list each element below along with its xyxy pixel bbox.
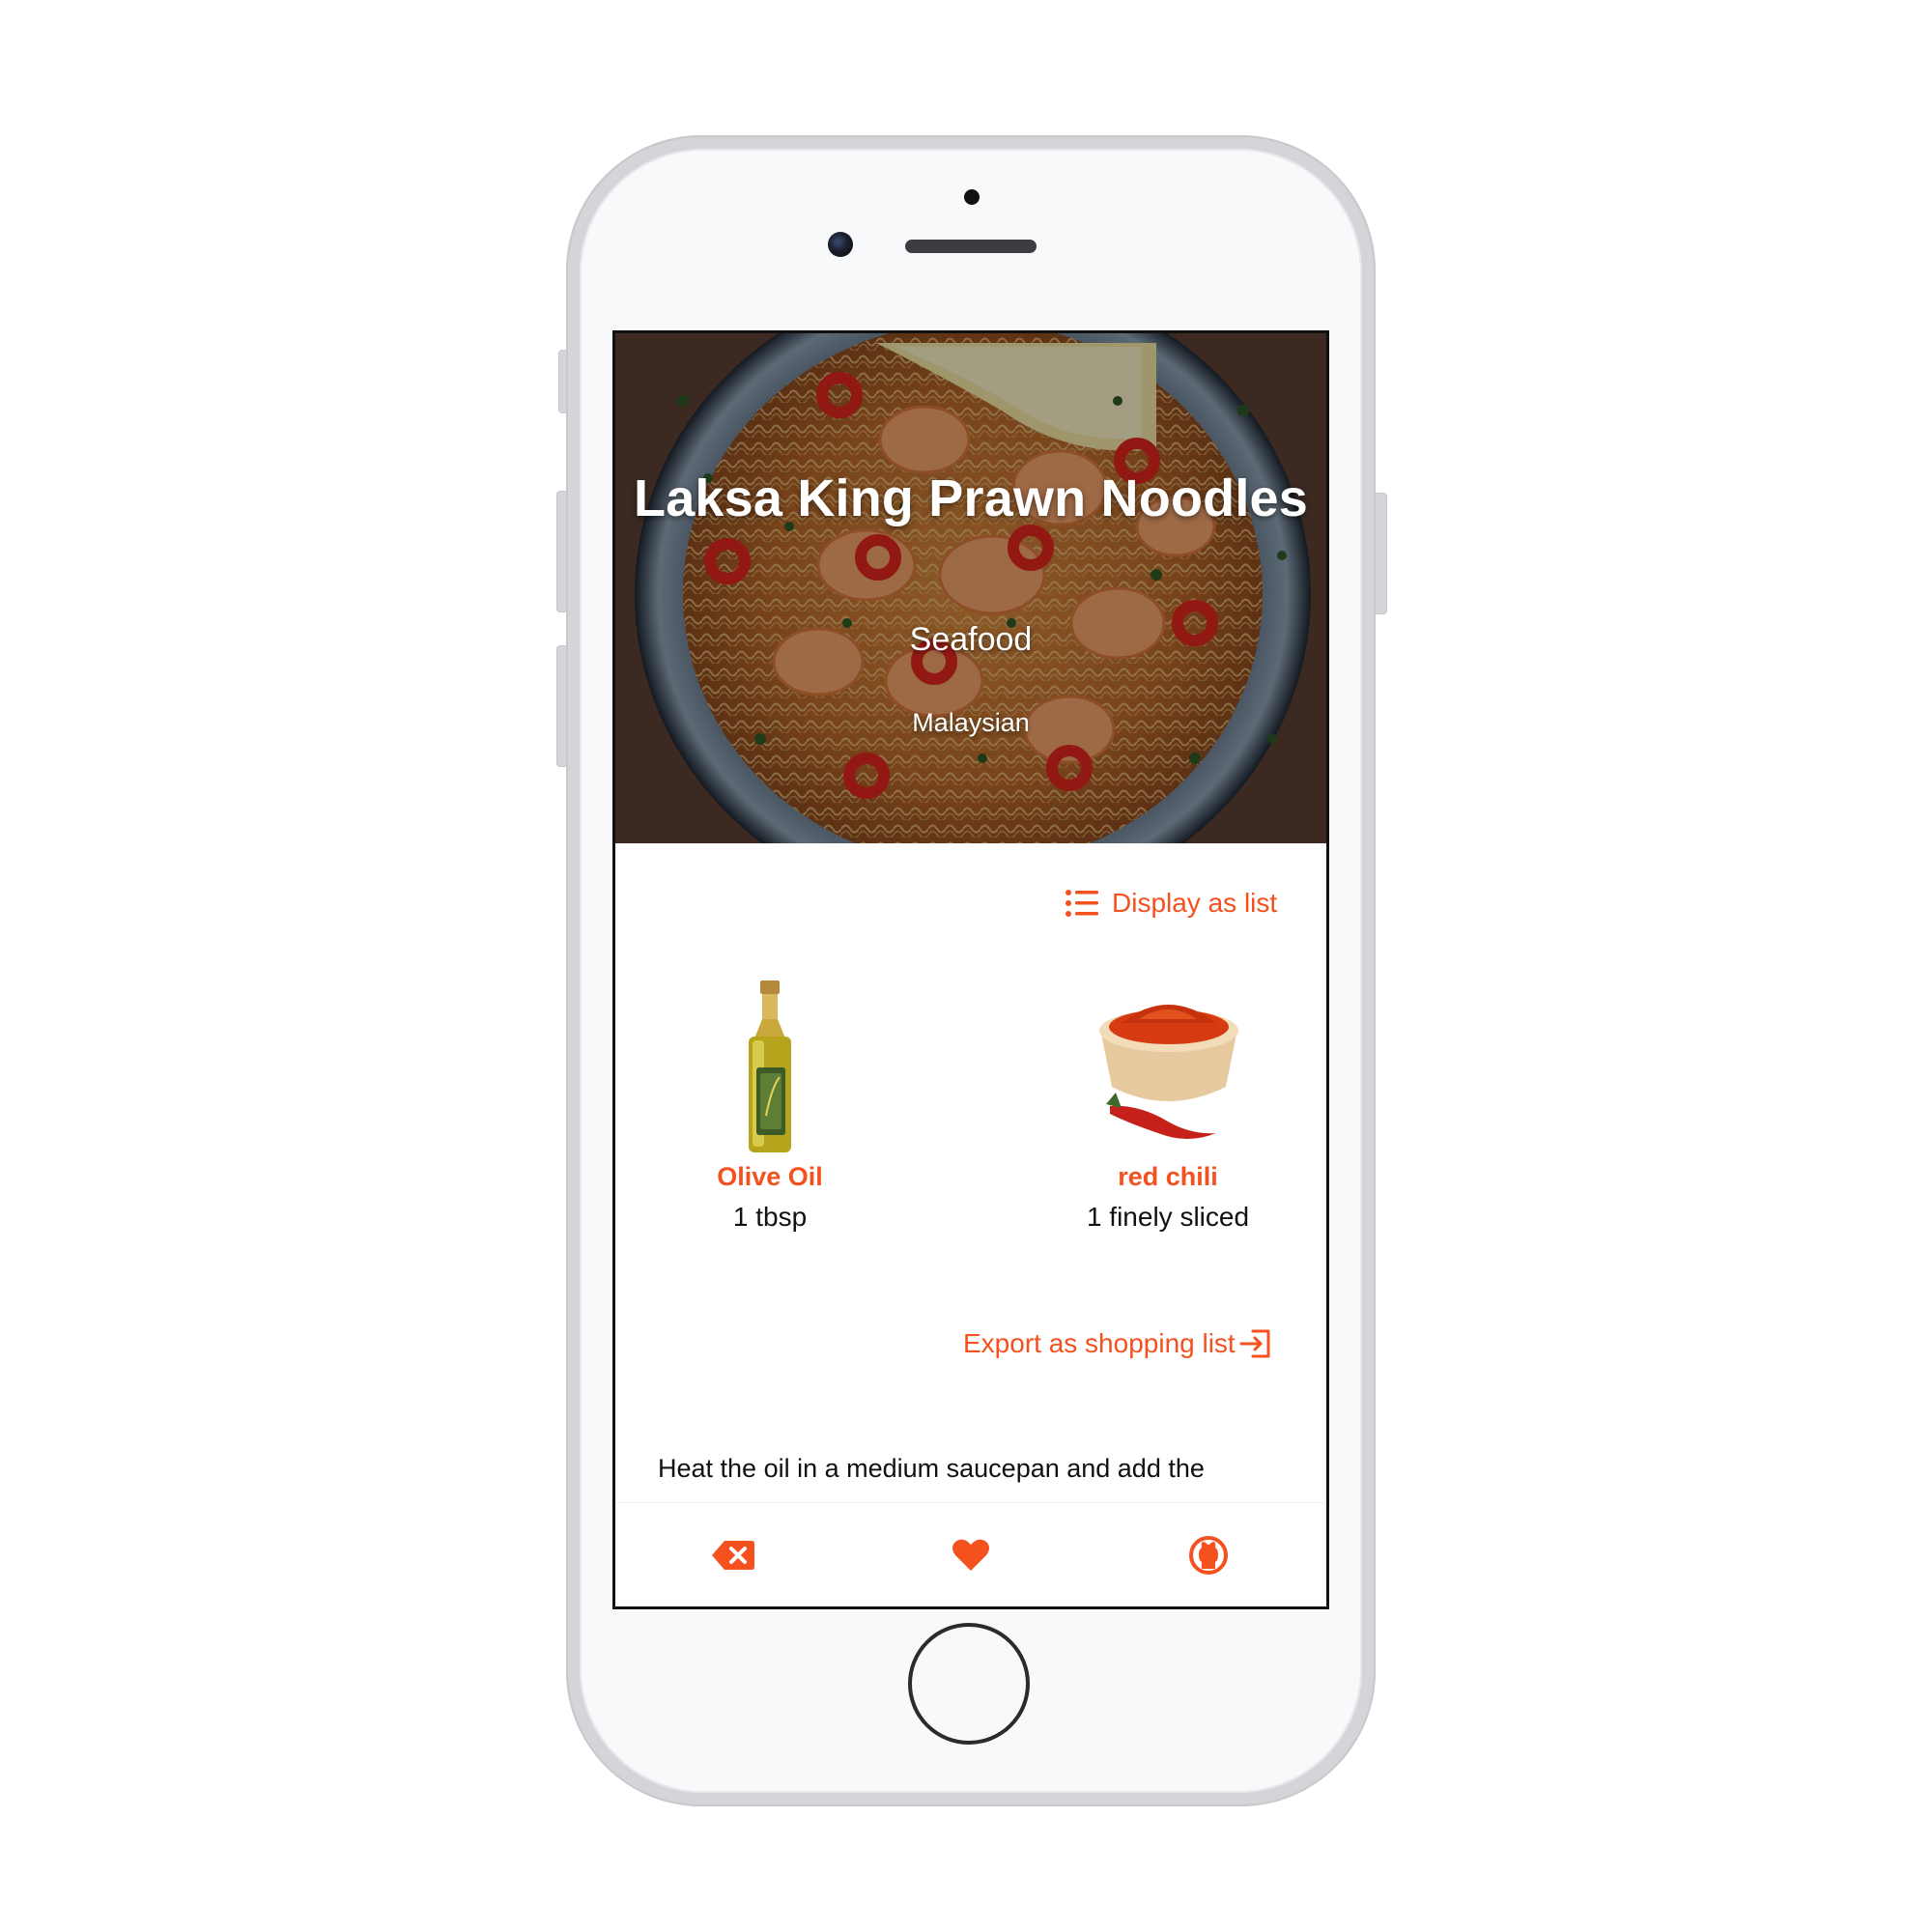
- recipe-title: Laksa King Prawn Noodles: [634, 469, 1308, 527]
- heart-icon: [952, 1539, 989, 1571]
- home-button[interactable]: [908, 1623, 1030, 1745]
- ingredient-card[interactable]: red chili 1 finely sliced: [1033, 980, 1303, 1233]
- chili-powder-bowl-image: [1099, 1005, 1238, 1139]
- ingredient-name: Olive Oil: [717, 1162, 823, 1191]
- bottom-navigation: [615, 1502, 1326, 1606]
- ingredient-image: [673, 980, 867, 1154]
- nav-back-button[interactable]: [710, 1532, 756, 1578]
- front-camera: [828, 232, 853, 257]
- backspace-close-icon: [712, 1541, 754, 1570]
- export-icon: [1239, 1329, 1270, 1358]
- github-icon: [1189, 1536, 1228, 1575]
- nav-favorite-button[interactable]: [948, 1532, 994, 1578]
- recipe-instructions: Heat the oil in a medium saucepan and ad…: [658, 1454, 1205, 1483]
- earpiece-speaker: [905, 240, 1037, 253]
- export-shopping-list-button[interactable]: Export as shopping list: [963, 1322, 1272, 1365]
- ingredient-measure: 1 finely sliced: [1086, 1202, 1250, 1232]
- ingredient-image: [1071, 980, 1264, 1154]
- display-as-list-button[interactable]: Display as list: [1065, 884, 1277, 923]
- olive-oil-bottle-image: [749, 980, 791, 1152]
- ingredient-card[interactable]: Olive Oil 1 tbsp: [635, 980, 905, 1233]
- recipe-category[interactable]: Seafood: [615, 621, 1326, 659]
- app-screen: Laksa King Prawn Noodles Seafood Malaysi…: [612, 330, 1329, 1609]
- hero-dim-overlay: [615, 333, 1326, 843]
- recipe-hero: Laksa King Prawn Noodles Seafood Malaysi…: [615, 333, 1326, 843]
- nav-github-button[interactable]: [1185, 1532, 1232, 1578]
- ingredient-name: red chili: [1118, 1162, 1218, 1191]
- export-shopping-list-label: Export as shopping list: [963, 1328, 1236, 1358]
- list-icon: [1065, 890, 1098, 917]
- display-as-list-label: Display as list: [1112, 888, 1278, 918]
- device-mockup: Laksa King Prawn Noodles Seafood Malaysi…: [0, 0, 1932, 1932]
- recipe-area[interactable]: Malaysian: [615, 708, 1326, 738]
- proximity-sensor: [964, 189, 980, 205]
- ingredient-measure: 1 tbsp: [732, 1202, 808, 1232]
